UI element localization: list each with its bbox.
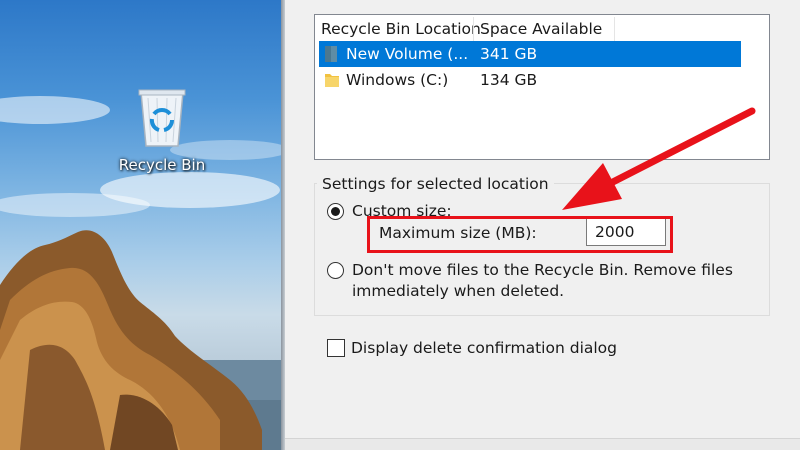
column-separator[interactable] [614,17,615,41]
recycle-bin-shortcut[interactable]: Recycle Bin [112,84,212,188]
list-row-windows-c[interactable]: Windows (C:) 134 GB [319,67,741,93]
row-location: Windows (C:) [346,71,449,89]
dont-move-files-label-line1[interactable]: Don't move files to the Recycle Bin. Rem… [352,260,733,281]
location-list[interactable]: Recycle Bin Location Space Available New… [314,14,770,160]
dont-move-files-radio[interactable] [327,262,344,279]
row-space: 134 GB [480,71,538,89]
row-location: New Volume (... [346,45,469,63]
highlight-box [367,216,673,253]
desktop-wallpaper [0,96,281,450]
delete-confirmation-checkbox[interactable] [327,339,345,357]
custom-size-radio[interactable] [327,203,344,220]
dialog-footer [285,439,800,450]
recycle-bin-icon [138,89,186,147]
folder-icon [325,74,339,87]
desktop: Recycle Bin [0,0,281,450]
row-space: 341 GB [480,45,538,63]
delete-confirmation-label[interactable]: Display delete confirmation dialog [351,338,617,358]
list-row-new-volume[interactable]: New Volume (... 341 GB [319,41,741,67]
recycle-bin-label: Recycle Bin [118,156,206,174]
drive-icon [325,46,337,62]
settings-group-label: Settings for selected location [317,175,554,193]
list-header: Recycle Bin Location Space Available [315,15,769,43]
dont-move-files-label-line2[interactable]: immediately when deleted. [352,281,564,302]
column-header-location[interactable]: Recycle Bin Location [315,15,481,43]
column-header-space[interactable]: Space Available [474,15,614,43]
